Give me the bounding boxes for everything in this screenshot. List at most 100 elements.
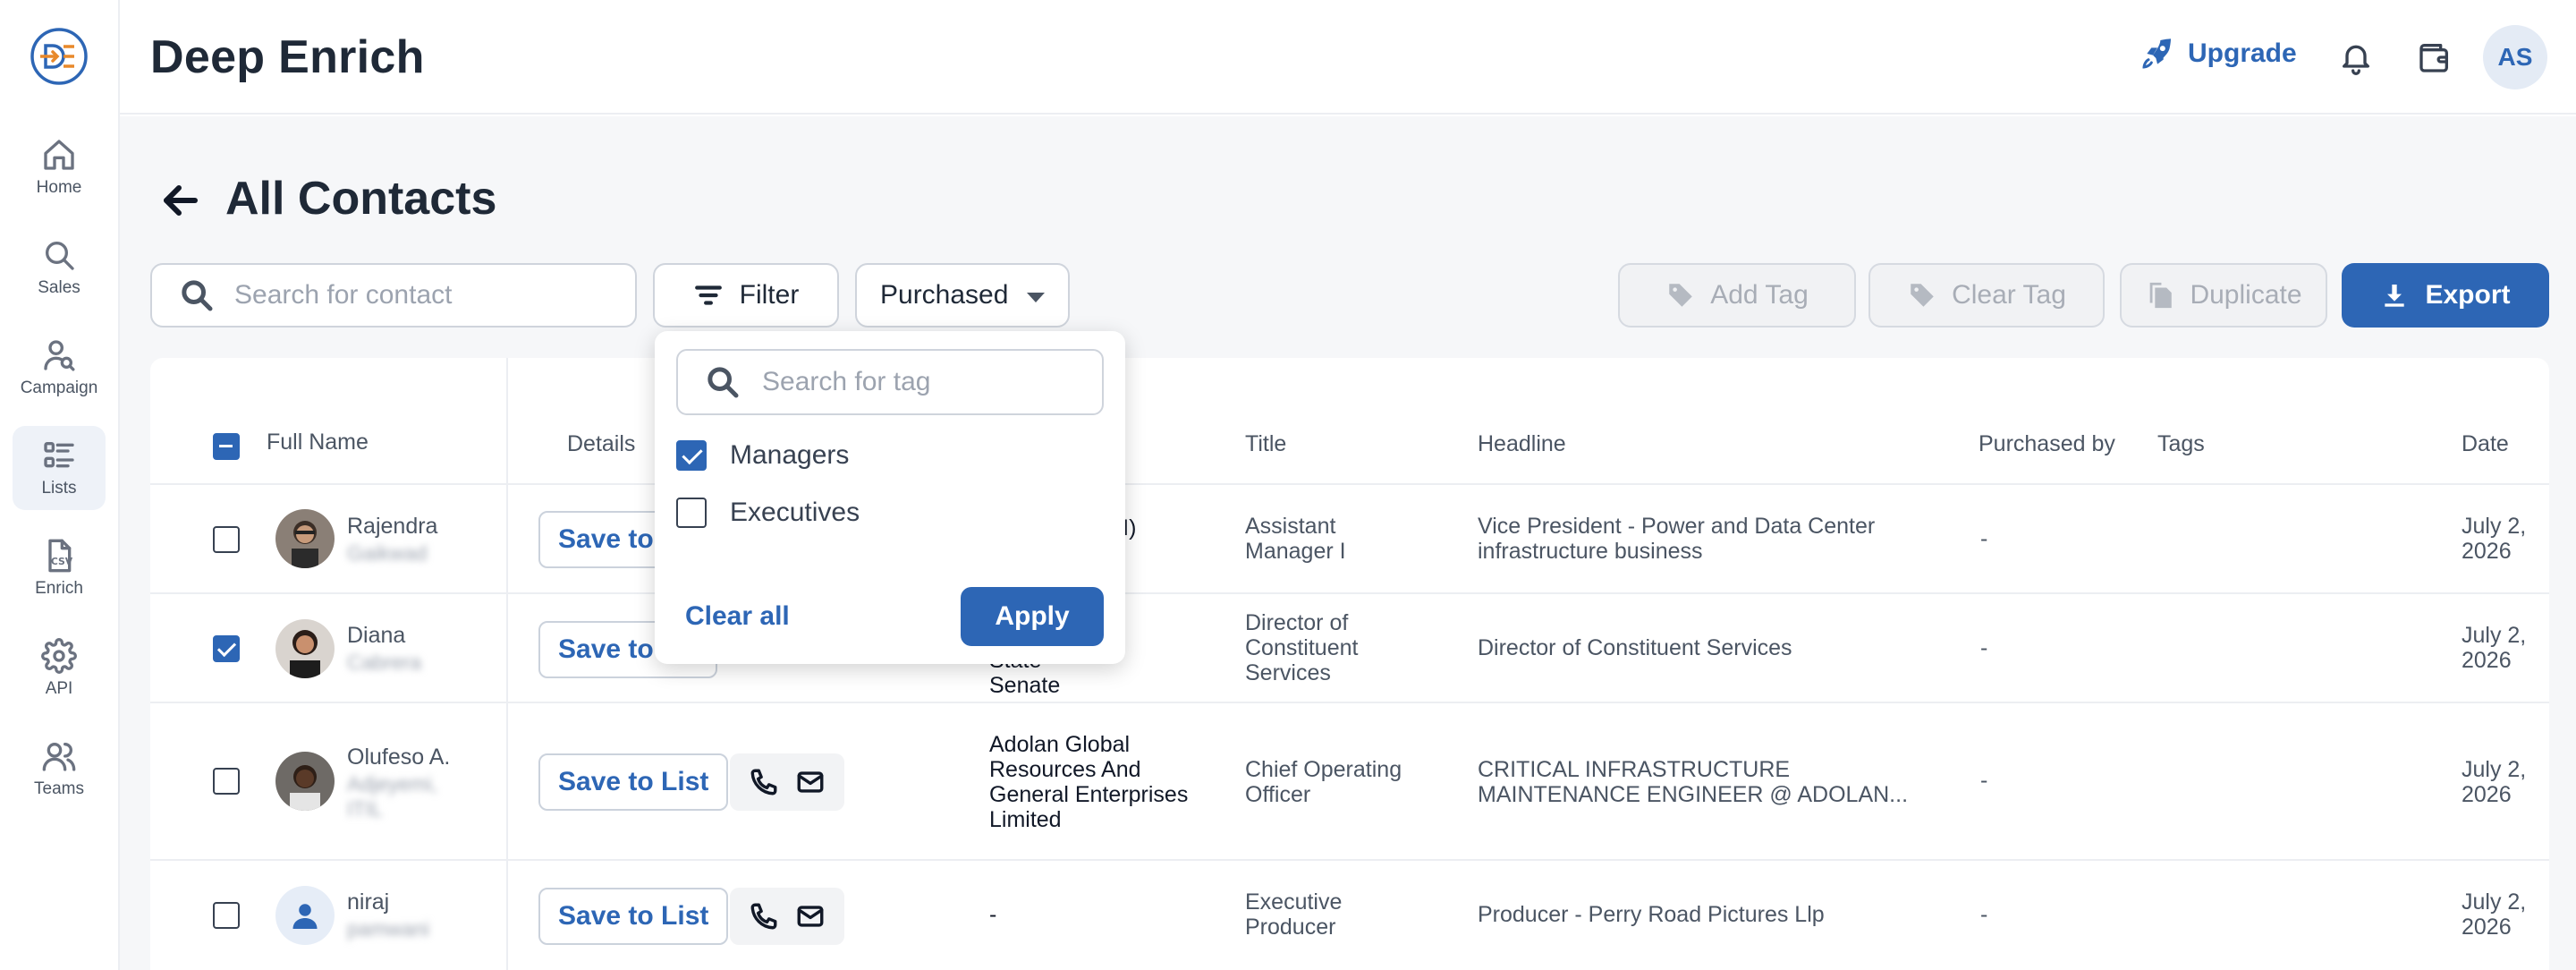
contact-last-name: Adjeyemi, ITIL [347,771,437,821]
phone-icon[interactable] [749,901,779,932]
table-row[interactable]: Diana Cabrera Save to List State Senate … [150,592,2549,702]
contact-title-line: Constituent [1245,635,1359,660]
sidebar-item-lists[interactable]: Lists [13,426,106,510]
export-button[interactable]: Export [2342,263,2549,328]
search-icon [182,280,213,311]
tag-option-managers[interactable]: Managers [676,440,849,471]
user-avatar[interactable]: AS [2483,25,2547,89]
contact-headline-line: MAINTENANCE ENGINEER @ ADOLAN... [1478,782,1909,807]
wallet-button[interactable] [2417,39,2453,75]
contact-title-line: Director of [1245,610,1349,635]
duplicate-button[interactable]: Duplicate [2120,263,2327,328]
sidebar-item-campaign[interactable]: Campaign [13,326,106,410]
copy-icon [2150,282,2173,309]
filter-button[interactable]: Filter [653,263,839,328]
contact-date-line: 2026 [2462,915,2512,940]
table-row[interactable]: Olufeso A. Adjeyemi, ITIL Save to List A… [150,702,2549,859]
contact-actions [730,753,844,811]
header-date[interactable]: Date [2462,431,2509,457]
rocket-icon [2142,38,2171,69]
notifications-button[interactable] [2338,39,2374,75]
tag-option-executives[interactable]: Executives [676,498,860,528]
header-headline[interactable]: Headline [1478,431,1566,457]
contact-last-name-line: ITIL [347,797,383,821]
person-search-icon [44,340,75,371]
header-full-name[interactable]: Full Name [267,430,369,455]
contact-title-line: Manager I [1245,539,1346,564]
header-tags[interactable]: Tags [2157,431,2205,457]
row-checkbox[interactable] [213,768,240,795]
sidebar-item-label: Teams [34,779,84,798]
apply-button[interactable]: Apply [961,587,1104,646]
tag-icon [1669,284,1692,307]
filter-label: Filter [739,280,800,310]
clear-tag-button[interactable]: Clear Tag [1868,263,2105,328]
row-checkbox[interactable] [213,635,240,662]
sidebar-item-label: Home [36,178,82,197]
contact-company-line: Adolan Global [989,732,1131,757]
contact-headline-line: Vice President - Power and Data Center [1478,514,1876,539]
list-icon [44,442,74,468]
tag-option-checkbox[interactable] [676,440,707,471]
csv-file-icon: CSV [48,539,73,573]
sidebar-item-teams[interactable]: Teams [13,727,106,811]
app-title: Deep Enrich [150,31,425,83]
arrow-left-icon [164,185,198,216]
contact-title: Director of Constituent Services [1245,610,1358,685]
upgrade-button[interactable]: Upgrade [2140,36,2297,72]
contact-date: July 2, 2026 [2462,889,2526,940]
contact-company: Adolan Global Resources And General Ente… [989,732,1188,832]
contact-title-line: Chief Operating [1245,757,1402,782]
contact-title-line: Assistant [1245,514,1336,539]
header-title[interactable]: Title [1245,431,1286,457]
tag-search-input[interactable] [762,367,1102,397]
contact-date: July 2, 2026 [2462,623,2526,673]
contact-title: Chief Operating Officer [1245,757,1402,807]
sidebar-item-enrich[interactable]: CSV Enrich [13,526,106,610]
contact-last-name: Gaikwad [347,541,428,565]
table-row[interactable]: Rajendra Gaikwad Save to List p (I) Assi… [150,483,2549,592]
save-to-list-button[interactable]: Save to List [538,888,729,945]
sidebar-item-home[interactable]: Home [13,125,106,209]
sidebar-item-sales[interactable]: Sales [13,225,106,310]
contact-first-name: Rajendra [347,514,438,539]
header-purchased-by[interactable]: Purchased by [1979,431,2115,457]
clear-tag-label: Clear Tag [1952,280,2066,310]
contact-headline-line: CRITICAL INFRASTRUCTURE [1478,757,1791,782]
home-icon [44,140,74,170]
person-icon [292,904,318,929]
clear-all-button[interactable]: Clear all [685,601,790,632]
contact-headline: Director of Constituent Services [1478,635,1792,660]
contact-date-line: July 2, [2462,623,2527,648]
contact-date-line: 2026 [2462,782,2512,807]
contact-search-input[interactable] [234,280,628,311]
purchased-select[interactable]: Purchased [855,263,1070,328]
download-icon [2385,285,2405,307]
mail-icon[interactable] [795,767,826,797]
sidebar-item-label: API [45,679,73,698]
deep-enrich-logo[interactable] [30,27,89,86]
filter-icon [694,285,722,305]
back-button[interactable] [159,179,202,222]
table-row[interactable]: niraj pamwani Save to List - Executive P… [150,859,2549,970]
tag-option-checkbox[interactable] [676,498,707,528]
sidebar-item-api[interactable]: API [13,626,106,710]
mail-icon[interactable] [795,901,826,932]
contact-company-line: Senate [989,673,1061,698]
tag-filter-dropdown: Managers Executives Clear all Apply [655,331,1125,664]
wallet-icon [2419,44,2448,72]
sidebar-item-label: Sales [38,278,80,297]
sidebar-item-label: Lists [41,479,77,498]
phone-icon[interactable] [749,767,779,797]
contact-company-line: Resources And [989,757,1141,782]
row-checkbox[interactable] [213,902,240,929]
page-title: All Contacts [225,173,497,225]
save-to-list-button[interactable]: Save to List [538,753,729,811]
select-all-checkbox[interactable] [213,433,240,460]
row-checkbox[interactable] [213,526,240,553]
contact-company-line: General Enterprises [989,782,1189,807]
add-tag-button[interactable]: Add Tag [1618,263,1856,328]
header-details[interactable]: Details [567,431,635,457]
contact-avatar [275,886,335,945]
contact-headline: Vice President - Power and Data Center i… [1478,514,1875,564]
